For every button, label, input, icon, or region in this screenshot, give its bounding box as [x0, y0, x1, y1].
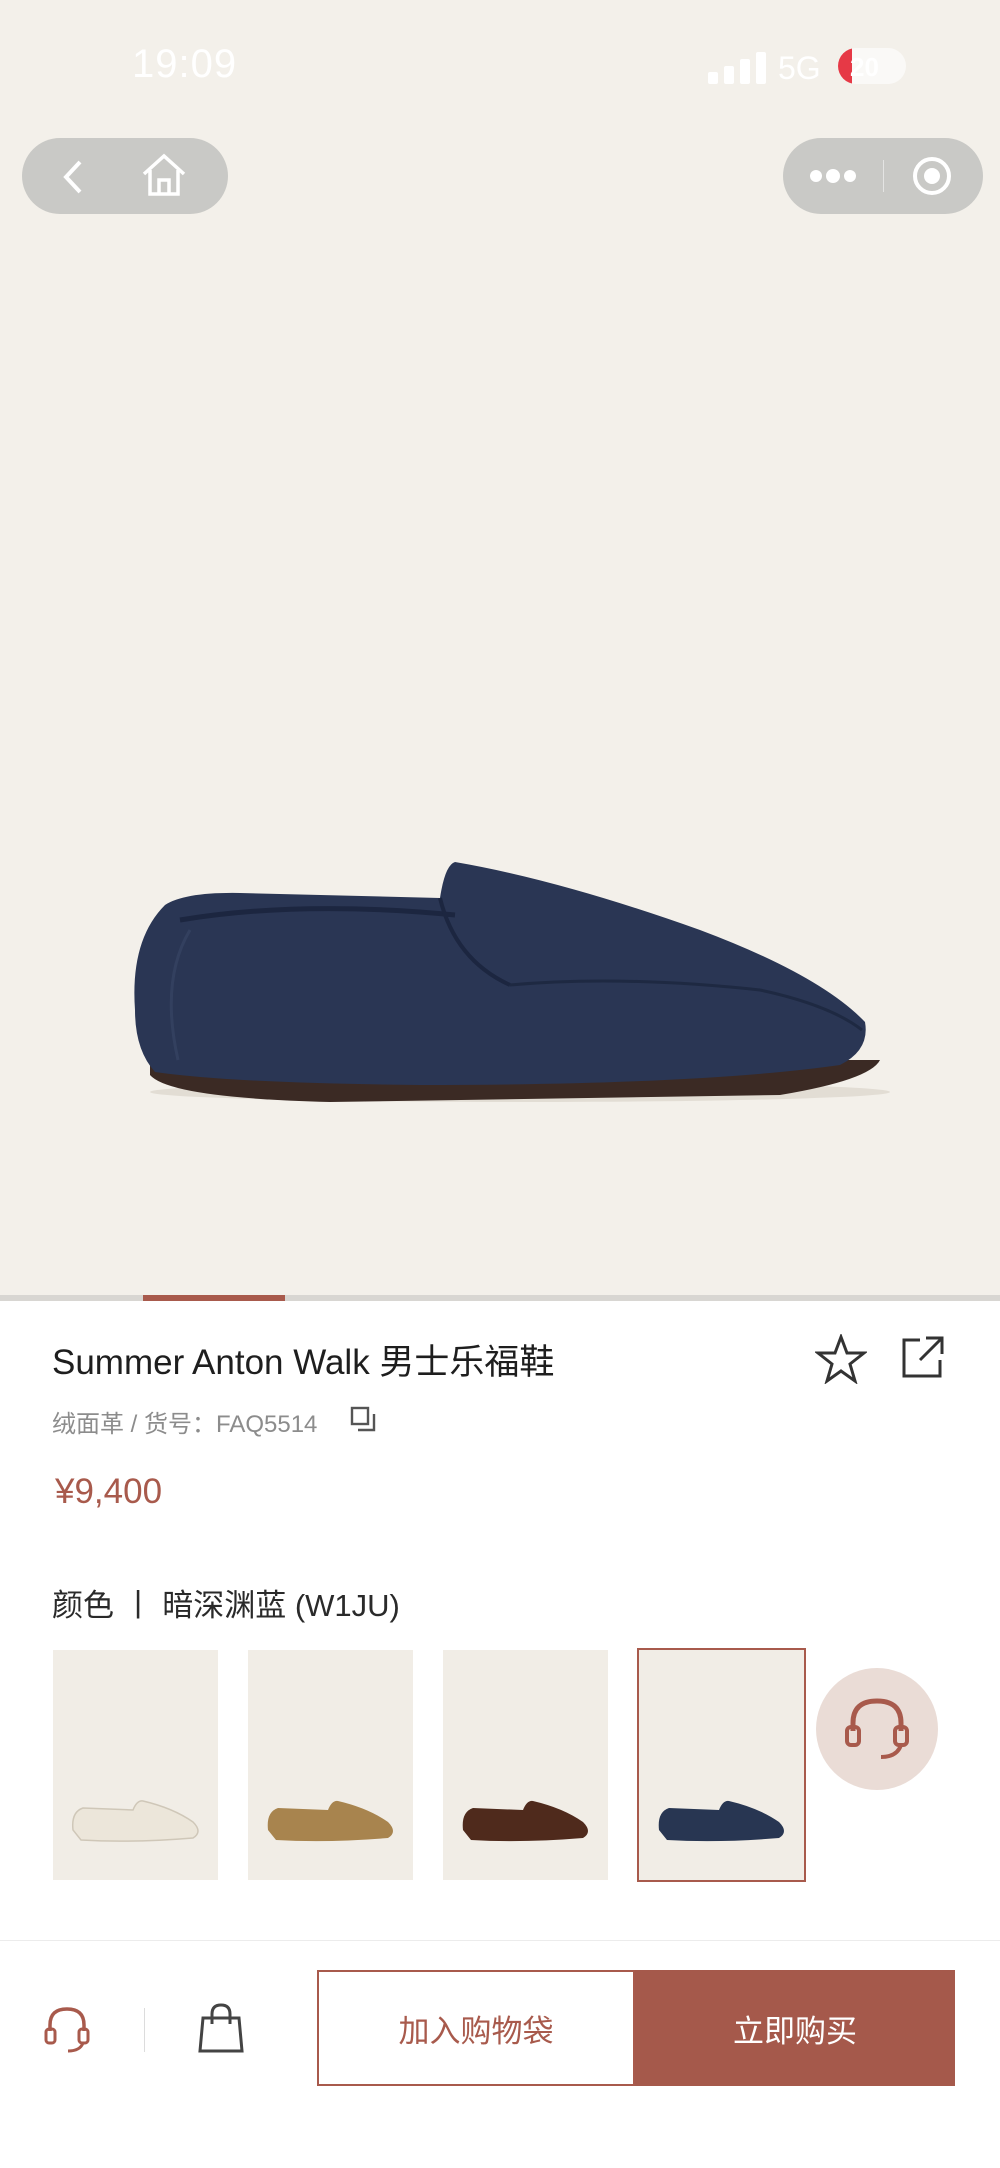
floating-support-button[interactable]: [816, 1668, 938, 1790]
product-price: ¥9,400: [55, 1472, 163, 1511]
product-title: Summer Anton Walk 男士乐福鞋: [52, 1343, 555, 1382]
action-separator: [144, 2008, 145, 2052]
copy-icon[interactable]: [350, 1406, 376, 1432]
customer-service-icon[interactable]: [42, 2003, 92, 2055]
swatch-shoe: [658, 1800, 784, 1842]
network-type: 5G: [778, 50, 821, 86]
menu-capsule: [783, 138, 983, 214]
star-icon[interactable]: [815, 1334, 867, 1384]
color-swatch-tan[interactable]: [248, 1650, 413, 1880]
customer-service-icon: [845, 1698, 909, 1759]
more-icon[interactable]: [808, 166, 858, 186]
nav-capsule: [22, 138, 228, 214]
shopping-bag-icon[interactable]: [198, 2002, 244, 2054]
color-swatch-brown[interactable]: [443, 1650, 608, 1880]
status-time: 19:09: [132, 42, 238, 86]
home-icon[interactable]: [140, 152, 188, 198]
swatch-shoe: [71, 1800, 199, 1842]
swatch-shoe: [267, 1800, 393, 1842]
share-icon[interactable]: [898, 1334, 946, 1382]
bottom-divider: [0, 1940, 1000, 1941]
color-label: 颜色 丨 暗深渊蓝 (W1JU): [52, 1588, 400, 1623]
status-bar: 19:09 5G 20: [0, 0, 1000, 130]
back-icon[interactable]: [58, 160, 88, 194]
battery-icon: 20: [838, 48, 906, 84]
color-swatch-navy[interactable]: [637, 1648, 806, 1882]
color-swatch-ivory[interactable]: [53, 1650, 218, 1880]
signal-icon: [708, 50, 766, 84]
add-to-bag-button[interactable]: 加入购物袋: [317, 1970, 635, 2086]
product-meta: 绒面革 / 货号：FAQ5514: [52, 1411, 318, 1438]
battery-level: 20: [850, 52, 879, 82]
target-icon[interactable]: [911, 155, 953, 197]
swatch-shoe: [462, 1800, 588, 1842]
gallery-progress: [0, 1295, 1000, 1301]
buy-now-button[interactable]: 立即购买: [635, 1970, 955, 2086]
